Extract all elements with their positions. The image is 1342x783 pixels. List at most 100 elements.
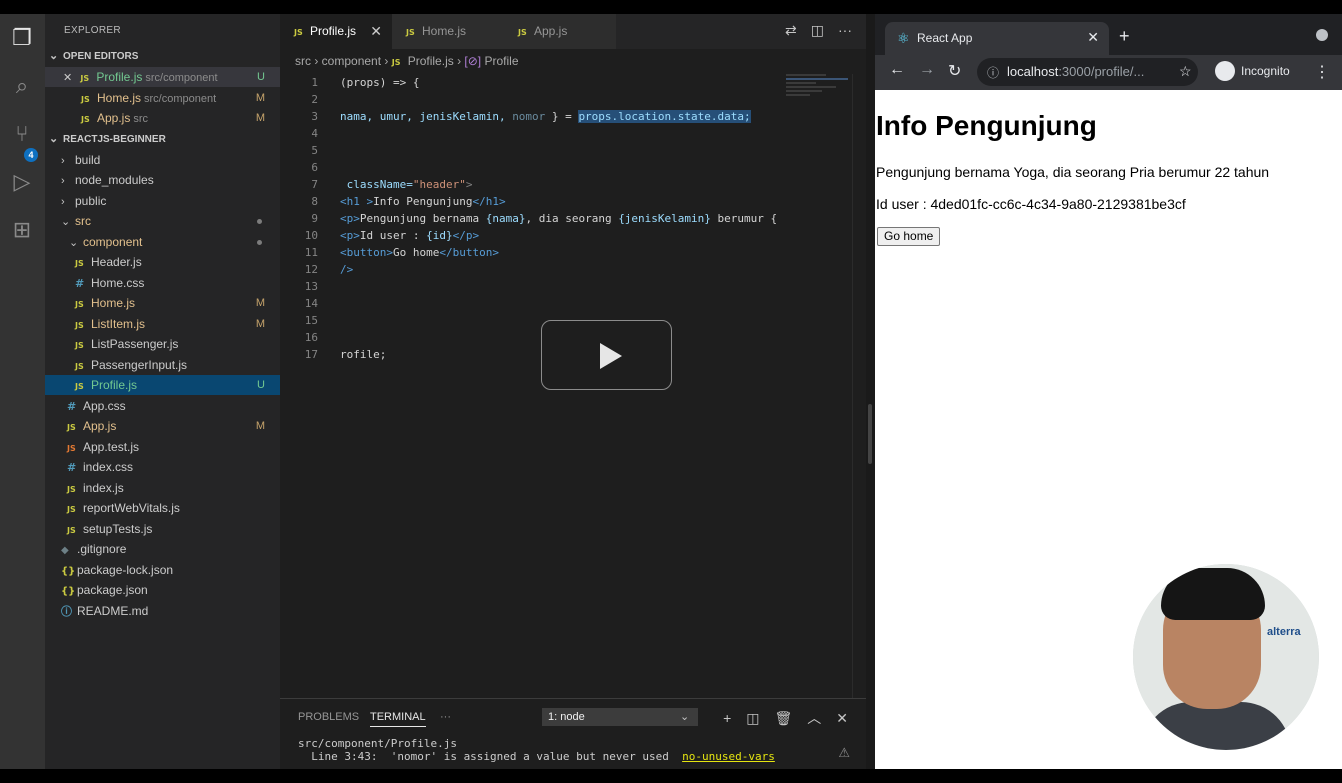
close-icon[interactable]: ✕	[63, 68, 77, 88]
tab-profile-js[interactable]: JS Profile.js ✕	[280, 14, 392, 49]
browser-toolbar: ← → ↻ ⓘ localhost:3000/profile/... ☆ Inc…	[875, 55, 1342, 90]
go-home-button[interactable]: Go home	[877, 227, 941, 246]
split-terminal-icon[interactable]: ◫	[746, 710, 759, 726]
more-actions-icon[interactable]: ···	[838, 22, 852, 38]
code-line: 12/>	[304, 263, 354, 276]
browser-menu-icon[interactable]: ⋮	[1314, 62, 1330, 82]
code-line: 14	[304, 297, 318, 310]
terminal-output[interactable]: src/component/Profile.js Line 3:43: 'nom…	[298, 737, 775, 763]
explorer-icon[interactable]: ❐	[8, 24, 36, 52]
tree-file[interactable]: # index.css	[45, 457, 280, 477]
video-play-button[interactable]	[541, 320, 672, 390]
resize-handle[interactable]	[868, 404, 872, 464]
editor-scrollbar[interactable]	[852, 74, 866, 710]
project-header[interactable]: ⌄ REACTJS-BEGINNER	[45, 129, 280, 149]
tree-file[interactable]: JS ListItem.js M	[45, 314, 280, 334]
chevron-right-icon: ›	[61, 196, 65, 208]
editor-actions: ⇄ ◫ ···	[771, 22, 852, 39]
tree-file[interactable]: {} package.json	[45, 580, 280, 600]
js-file-icon: JS	[67, 526, 76, 535]
trash-icon[interactable]: 🗑	[774, 710, 792, 726]
tree-folder[interactable]: ⌄ src	[45, 211, 280, 231]
tree-folder[interactable]: ⌄ component	[45, 232, 280, 252]
tree-file[interactable]: # Home.css	[45, 273, 280, 293]
close-icon[interactable]: ✕	[370, 14, 382, 49]
page-title: Info Pengunjung	[876, 110, 1097, 141]
tree-file[interactable]: JS reportWebVitals.js	[45, 498, 280, 518]
test-file-icon: JS	[67, 444, 76, 453]
status-badge: M	[255, 297, 265, 309]
tree-file[interactable]: JS App.test.js	[45, 437, 280, 457]
code-line: 6	[311, 161, 318, 174]
vscode-window: ❐ ⌕ ⑂ 4 ▷ ⊞ EXPLORER ⌄ OPEN EDITORS ✕ JS P…	[0, 14, 866, 769]
maximize-panel-icon[interactable]: ︿	[807, 710, 821, 726]
panel-more-icon[interactable]: ···	[440, 711, 451, 723]
search-icon[interactable]: ⌕	[8, 72, 36, 100]
status-badge: U	[257, 379, 265, 391]
open-editor-item[interactable]: JS Home.js src/component M	[45, 88, 280, 108]
forward-icon[interactable]: →	[919, 61, 935, 79]
compare-changes-icon[interactable]: ⇄	[785, 22, 797, 38]
code-line: 4	[311, 127, 318, 140]
run-debug-icon[interactable]: ▷	[8, 168, 36, 196]
explorer-title: EXPLORER	[64, 25, 121, 36]
code-line: 5	[311, 144, 318, 157]
tree-file[interactable]: ◆ .gitignore	[45, 539, 280, 559]
source-control-icon[interactable]: ⑂	[8, 120, 36, 148]
tab-terminal[interactable]: TERMINAL	[370, 711, 426, 727]
status-badge: M	[255, 318, 265, 330]
terminal-select[interactable]: 1: node ⌄	[542, 708, 698, 726]
tree-file[interactable]: JS App.js M	[45, 416, 280, 436]
close-panel-icon[interactable]: ✕	[836, 710, 848, 726]
json-file-icon: {}	[61, 586, 76, 597]
site-info-icon[interactable]: ⓘ	[987, 64, 999, 81]
incognito-indicator[interactable]: Incognito	[1213, 60, 1313, 84]
tab-home-js[interactable]: JS Home.js	[392, 14, 504, 49]
editor-area: JS Profile.js ✕ JS Home.js JS App.js ⇄ ◫ ··· …	[280, 14, 866, 769]
code-line: 15	[304, 314, 318, 327]
tree-file[interactable]: JS setupTests.js	[45, 519, 280, 539]
minimap[interactable]	[786, 74, 856, 114]
css-file-icon: #	[75, 277, 85, 290]
tree-folder[interactable]: › public	[45, 191, 280, 211]
play-icon	[600, 343, 622, 369]
css-file-icon: #	[67, 461, 77, 474]
extensions-icon[interactable]: ⊞	[8, 216, 36, 244]
tree-folder[interactable]: › node_modules	[45, 170, 280, 190]
tab-app-js[interactable]: JS App.js	[504, 14, 616, 49]
tree-folder[interactable]: › build	[45, 150, 280, 170]
js-file-icon: JS	[81, 115, 90, 124]
open-editor-item[interactable]: ✕ JS Profile.js src/component U	[45, 67, 280, 87]
tree-file-active[interactable]: JS Profile.js U	[45, 375, 280, 395]
split-editor-icon[interactable]: ◫	[811, 22, 824, 38]
tab-problems[interactable]: PROBLEMS	[298, 711, 359, 723]
window-divider[interactable]	[866, 14, 875, 769]
back-icon[interactable]: ←	[889, 61, 905, 79]
tree-file[interactable]: JS Header.js	[45, 252, 280, 272]
close-tab-icon[interactable]: ✕	[1087, 29, 1099, 46]
explorer-sidebar: EXPLORER ⌄ OPEN EDITORS ✕ JS Profile.js src…	[45, 14, 280, 769]
tree-file[interactable]: JS index.js	[45, 478, 280, 498]
open-editors-header[interactable]: ⌄ OPEN EDITORS	[45, 46, 280, 66]
new-tab-icon[interactable]: +	[1119, 26, 1130, 47]
status-badge: U	[257, 71, 265, 83]
tab-search-icon[interactable]	[1316, 29, 1328, 41]
editor-tabs: JS Profile.js ✕ JS Home.js JS App.js ⇄ ◫ ···	[280, 14, 866, 49]
reload-icon[interactable]: ↻	[948, 61, 961, 81]
chevron-down-icon: ⌄	[69, 237, 79, 249]
tree-file[interactable]: ⓘ README.md	[45, 601, 280, 621]
open-editor-item[interactable]: JS App.js src M	[45, 108, 280, 128]
bookmark-star-icon[interactable]: ☆	[1179, 63, 1192, 80]
tree-file[interactable]: {} package-lock.json	[45, 560, 280, 580]
new-terminal-icon[interactable]: +	[723, 710, 731, 726]
js-file-icon: JS	[67, 485, 76, 494]
tree-file[interactable]: JS Home.js M	[45, 293, 280, 313]
tree-file[interactable]: # App.css	[45, 396, 280, 416]
browser-tab[interactable]: ⚛ React App ✕	[885, 22, 1109, 55]
address-bar[interactable]: ⓘ localhost:3000/profile/...	[977, 58, 1198, 86]
user-id-text: Id user : 4ded01fc-cc6c-4c34-9a80-212938…	[876, 196, 1186, 212]
code-line: 3 nama, umur, jenisKelamin, nomor } = pro…	[311, 110, 751, 123]
tree-file[interactable]: JS ListPassenger.js	[45, 334, 280, 354]
tree-file[interactable]: JS PassengerInput.js	[45, 355, 280, 375]
info-file-icon: ⓘ	[61, 605, 72, 618]
